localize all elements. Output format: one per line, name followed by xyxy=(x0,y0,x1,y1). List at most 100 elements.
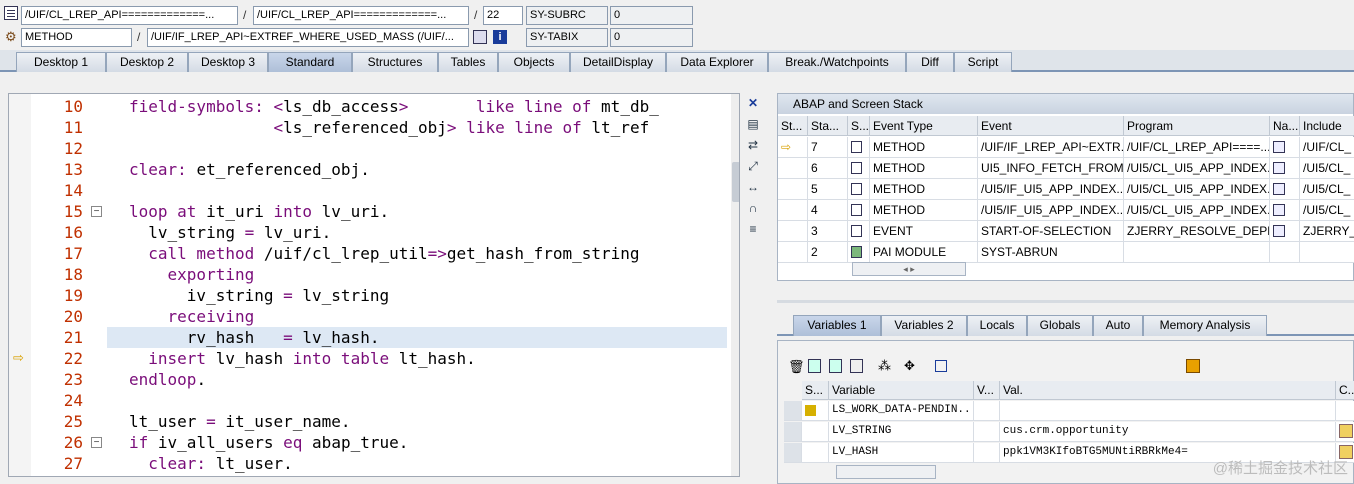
tab-detaildisplay[interactable]: DetailDisplay xyxy=(570,52,666,72)
event-type-field[interactable]: METHOD xyxy=(21,28,132,47)
row-selector[interactable] xyxy=(784,401,802,421)
new-tool-icon[interactable]: ▤ xyxy=(745,116,761,132)
fold-toggle-icon[interactable]: − xyxy=(91,437,102,448)
stack-hscroll[interactable]: ◂ ▸ xyxy=(852,262,966,276)
sysvar-name-field[interactable]: SY-TABIX xyxy=(526,28,608,47)
event-type-icon[interactable] xyxy=(848,179,870,200)
stack-cell-include[interactable]: /UIF/CL_ xyxy=(1300,137,1354,158)
tab-structures[interactable]: Structures xyxy=(352,52,438,72)
tab-tables[interactable]: Tables xyxy=(438,52,498,72)
stack-cell-level[interactable]: 3 xyxy=(808,221,848,242)
variable-value[interactable] xyxy=(1000,401,1336,421)
local-object-icon[interactable] xyxy=(935,360,947,372)
stack-cell-level[interactable]: 5 xyxy=(808,179,848,200)
tab-auto[interactable]: Auto xyxy=(1093,315,1143,336)
col-header[interactable]: S... xyxy=(802,381,829,400)
variables-hscroll[interactable] xyxy=(836,465,936,479)
headset-icon[interactable]: ∩ xyxy=(745,200,761,216)
stack-current-marker[interactable] xyxy=(778,200,808,221)
tab-desktop-1[interactable]: Desktop 1 xyxy=(16,52,106,72)
variable-status[interactable] xyxy=(802,422,829,442)
stack-cell-type[interactable]: EVENT xyxy=(870,221,978,242)
stack-cell-level[interactable]: 2 xyxy=(808,242,848,263)
stack-cell-event[interactable]: /UI5/IF_UI5_APP_INDEX... xyxy=(978,179,1124,200)
variable-name[interactable]: LS_WORK_DATA-PENDIN... xyxy=(829,401,974,421)
stack-cell-type[interactable]: METHOD xyxy=(870,158,978,179)
event-type-icon[interactable] xyxy=(848,200,870,221)
navigate-cell[interactable] xyxy=(1270,221,1300,242)
stack-cell-program[interactable]: /UI5/CL_UI5_APP_INDEX... xyxy=(1124,158,1270,179)
stack-cell-event[interactable]: /UI5/IF_UI5_APP_INDEX... xyxy=(978,200,1124,221)
navigate-icon[interactable] xyxy=(473,30,487,44)
stack-cell-type[interactable]: METHOD xyxy=(870,200,978,221)
row-selector[interactable] xyxy=(784,422,802,442)
tab-variables-2[interactable]: Variables 2 xyxy=(881,315,967,336)
col-header[interactable]: St... xyxy=(778,116,808,136)
swap-icon[interactable]: ⇄ xyxy=(745,137,761,153)
col-header[interactable]: S... xyxy=(848,116,870,136)
stack-cell-type[interactable]: METHOD xyxy=(870,179,978,200)
col-header[interactable]: Event xyxy=(978,116,1124,136)
hierarchy-icon[interactable]: ⁂ xyxy=(878,358,891,374)
stack-cell-include[interactable]: /UI5/CL_ xyxy=(1300,158,1354,179)
stack-cell-event[interactable]: UI5_INFO_FETCH_FROM... xyxy=(978,158,1124,179)
tab-globals[interactable]: Globals xyxy=(1027,315,1093,336)
maximize-icon[interactable]: ⤢ xyxy=(745,158,761,174)
stack-current-marker[interactable] xyxy=(778,158,808,179)
col-header[interactable]: C... xyxy=(1336,381,1354,400)
tab-standard[interactable]: Standard xyxy=(268,52,352,72)
resize-icon[interactable]: ↔ xyxy=(745,179,761,195)
navigate-cell[interactable] xyxy=(1270,179,1300,200)
code-editor[interactable]: ⇨ 10 field-symbols: <ls_db_access> like l… xyxy=(8,93,740,477)
editor-scrollbar[interactable] xyxy=(731,94,739,476)
breakpoint-gutter[interactable] xyxy=(9,94,31,476)
variable-value-type[interactable] xyxy=(974,401,1000,421)
sysvar-name-field[interactable]: SY-SUBRC xyxy=(526,6,608,25)
stack-cell-program[interactable]: /UI5/CL_UI5_APP_INDEX... xyxy=(1124,179,1270,200)
col-header[interactable]: Program xyxy=(1124,116,1270,136)
tab-breakpoints[interactable]: Break./Watchpoints xyxy=(768,52,906,72)
fold-toggle-icon[interactable]: − xyxy=(91,206,102,217)
navigate-cell[interactable] xyxy=(1270,242,1300,263)
variable-status[interactable] xyxy=(802,401,829,421)
variable-name[interactable]: LV_STRING xyxy=(829,422,974,442)
sysvar-value-field[interactable]: 0 xyxy=(610,6,693,25)
stack-cell-program[interactable] xyxy=(1124,242,1270,263)
stack-current-marker[interactable] xyxy=(778,221,808,242)
variable-value-type[interactable] xyxy=(974,443,1000,463)
line-number-field[interactable]: 22 xyxy=(483,6,523,25)
program-field[interactable]: /UIF/CL_LREP_API=============... xyxy=(21,6,238,25)
col-header[interactable]: Include xyxy=(1300,116,1354,136)
stack-cell-type[interactable]: PAI MODULE xyxy=(870,242,978,263)
include-field[interactable]: /UIF/CL_LREP_API=============... xyxy=(253,6,469,25)
stack-current-marker[interactable] xyxy=(778,242,808,263)
col-header[interactable]: Variable xyxy=(829,381,974,400)
event-type-icon[interactable] xyxy=(848,158,870,179)
move-icon[interactable]: ✥ xyxy=(904,358,915,374)
edit-list-icon[interactable] xyxy=(850,359,863,373)
col-header[interactable]: Event Type xyxy=(870,116,978,136)
panel-divider[interactable] xyxy=(777,300,1354,303)
navigate-cell[interactable] xyxy=(1270,137,1300,158)
col-header[interactable]: Na... xyxy=(1270,116,1300,136)
import-icon[interactable] xyxy=(829,359,842,373)
stack-cell-include[interactable] xyxy=(1300,242,1354,263)
stack-cell-event[interactable]: START-OF-SELECTION xyxy=(978,221,1124,242)
event-type-icon[interactable] xyxy=(848,137,870,158)
delete-icon[interactable]: 🗑 xyxy=(788,359,805,375)
event-type-icon[interactable] xyxy=(848,221,870,242)
services-icon[interactable]: ≡ xyxy=(745,221,761,237)
stack-cell-include[interactable]: /UI5/CL_ xyxy=(1300,200,1354,221)
navigate-cell[interactable] xyxy=(1270,200,1300,221)
variable-status[interactable] xyxy=(802,443,829,463)
tab-objects[interactable]: Objects xyxy=(498,52,570,72)
stack-cell-level[interactable]: 4 xyxy=(808,200,848,221)
sysvar-value-field[interactable]: 0 xyxy=(610,28,693,47)
stack-cell-program[interactable]: /UIF/CL_LREP_API====... xyxy=(1124,137,1270,158)
change-cell[interactable] xyxy=(1336,422,1354,442)
tab-data-explorer[interactable]: Data Explorer xyxy=(666,52,768,72)
variable-value-type[interactable] xyxy=(974,422,1000,442)
event-type-icon[interactable] xyxy=(848,242,870,263)
stack-current-marker[interactable]: ⇨ xyxy=(778,137,808,158)
tab-desktop-2[interactable]: Desktop 2 xyxy=(106,52,188,72)
